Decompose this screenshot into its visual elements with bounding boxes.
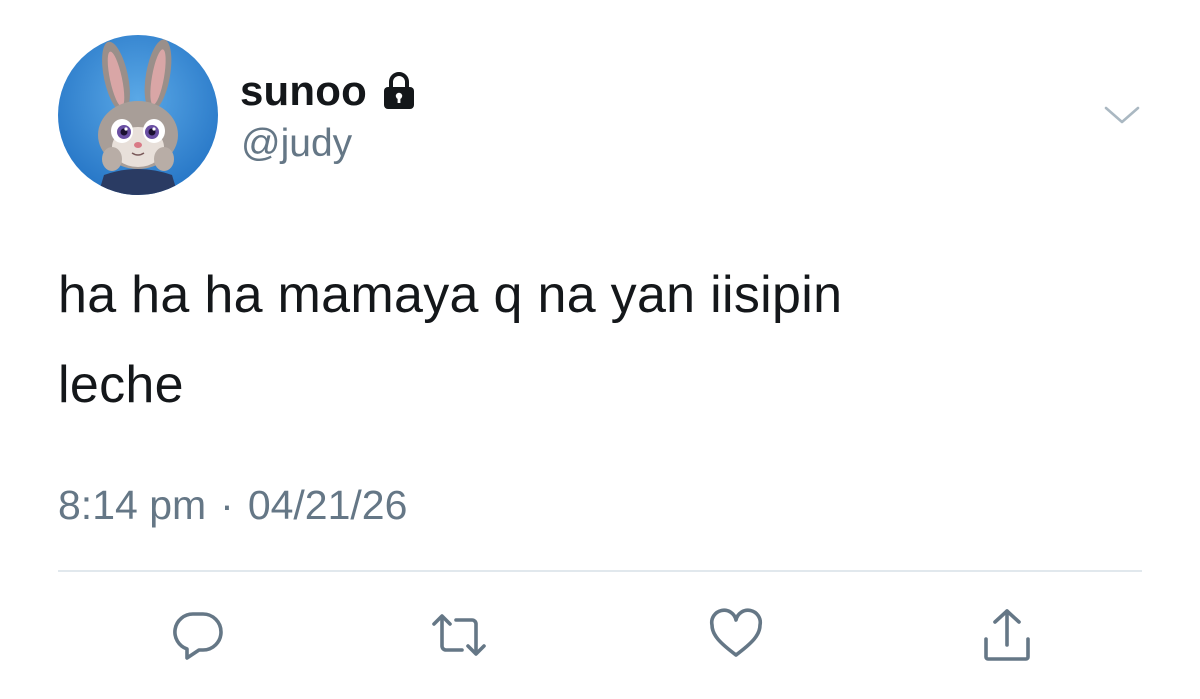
retweet-button[interactable] — [424, 600, 494, 670]
tweet-time: 8:14 pm — [58, 482, 207, 528]
chevron-down-icon[interactable] — [1102, 100, 1142, 130]
display-name[interactable]: sunoo — [240, 67, 367, 115]
like-button[interactable] — [701, 600, 771, 670]
tweet-date: 04/21/26 — [247, 482, 408, 528]
user-handle[interactable]: @judy — [241, 122, 352, 166]
tweet-text-line: ha ha ha mamaya q na yan iisipin — [58, 266, 843, 324]
share-icon — [984, 609, 1030, 661]
avatar[interactable] — [58, 35, 218, 195]
lock-icon — [379, 71, 419, 111]
reply-button[interactable] — [163, 600, 233, 670]
timestamp[interactable]: 8:14 pm · 04/21/26 — [58, 482, 407, 529]
divider — [58, 570, 1142, 572]
speech-bubble-icon — [173, 612, 223, 660]
tweet-text: ha ha ha mamaya q na yan iisipin leche — [58, 250, 1138, 430]
tweet-text-line: leche — [58, 356, 184, 414]
retweet-icon — [432, 614, 486, 656]
action-bar — [0, 600, 1200, 670]
heart-icon — [709, 608, 763, 657]
timestamp-separator: · — [220, 482, 234, 528]
bunny-avatar-image — [58, 35, 218, 195]
share-button[interactable] — [972, 600, 1042, 670]
display-name-row: sunoo — [240, 66, 419, 116]
